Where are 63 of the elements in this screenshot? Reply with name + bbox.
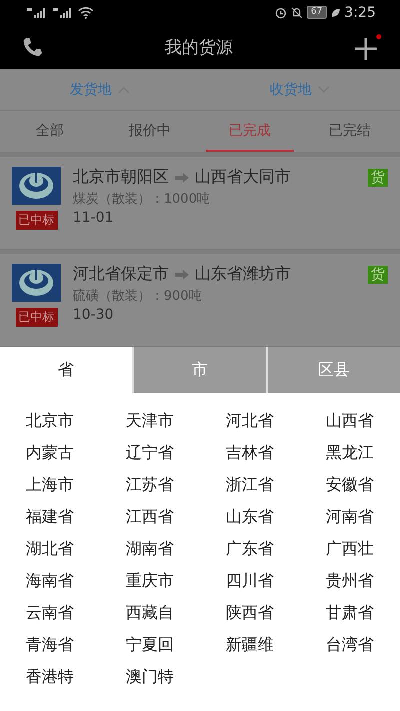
region-option[interactable]: 新疆维	[200, 631, 300, 659]
page-title: 我的货源	[164, 36, 234, 59]
region-option[interactable]: 宁夏回	[100, 631, 200, 659]
cargo-info: 煤炭（散装）：1000吨	[73, 191, 212, 208]
arrow-icon	[175, 172, 189, 183]
add-icon[interactable]	[354, 34, 382, 60]
company-logo-icon	[12, 264, 61, 302]
region-option[interactable]: 河南省	[300, 503, 400, 531]
status-tag: 已中标	[16, 211, 58, 230]
clock-time: 3:25	[344, 4, 376, 21]
region-option[interactable]: 安徽省	[300, 471, 400, 499]
signal-icon	[52, 8, 74, 18]
region-option[interactable]: 甘肃省	[300, 599, 400, 627]
region-option[interactable]: 贵州省	[300, 567, 400, 595]
cargo-info: 硫磺（散装）：900吨	[73, 288, 203, 306]
wifi-icon	[78, 6, 94, 19]
region-option[interactable]: 重庆市	[100, 567, 200, 595]
region-option[interactable]: 江苏省	[100, 471, 200, 499]
order-date: 10-30	[73, 307, 115, 324]
region-option[interactable]: 河北省	[200, 407, 300, 435]
bell-off-icon	[291, 6, 304, 19]
region-option[interactable]: 青海省	[0, 631, 100, 659]
region-option[interactable]: 广西壮	[300, 535, 400, 563]
status-tag: 已中标	[16, 308, 58, 328]
region-option[interactable]: 福建省	[0, 503, 100, 531]
region-option[interactable]: 浙江省	[200, 471, 300, 499]
region-option[interactable]: 天津市	[100, 407, 200, 435]
region-option[interactable]: 香港特	[0, 663, 100, 691]
battery-level: 67	[307, 6, 327, 20]
company-logo-icon	[12, 167, 61, 206]
region-option[interactable]: 澳门特	[100, 663, 200, 691]
region-option[interactable]: 广东省	[200, 535, 300, 563]
region-option[interactable]: 吉林省	[200, 439, 300, 467]
region-option[interactable]: 内蒙古	[0, 439, 100, 467]
region-option[interactable]: 台湾省	[300, 631, 400, 659]
arrow-icon	[175, 270, 189, 280]
origin-city: 北京市朝阳区	[73, 167, 169, 188]
destination-city: 山东省潍坊市	[195, 264, 291, 286]
alarm-icon	[275, 6, 288, 19]
cargo-tag: 货	[368, 168, 388, 187]
leaf-icon	[330, 8, 341, 18]
region-option[interactable]: 北京市	[0, 407, 100, 435]
region-option[interactable]: 西藏自	[100, 599, 200, 627]
phone-icon[interactable]	[22, 36, 44, 58]
region-option[interactable]: 黑龙江	[300, 439, 400, 467]
order-card[interactable]: 已中标 河北省保定市 山东省潍坊市 货 硫磺（散装）：900吨 10-30	[0, 254, 400, 347]
region-option[interactable]: 山东省	[200, 503, 300, 531]
order-date: 11-01	[73, 210, 115, 226]
region-option[interactable]: 陕西省	[200, 599, 300, 627]
region-option[interactable]: 海南省	[0, 567, 100, 595]
region-option[interactable]: 辽宁省	[100, 439, 200, 467]
region-option[interactable]: 云南省	[0, 599, 100, 627]
region-option[interactable]: 湖南省	[100, 535, 200, 563]
signal-icon	[26, 8, 48, 18]
region-option[interactable]: 上海市	[0, 471, 100, 499]
cargo-tag: 货	[368, 266, 388, 284]
region-option[interactable]: 湖北省	[0, 535, 100, 563]
destination-city: 山西省大同市	[195, 167, 291, 188]
region-option[interactable]: 四川省	[200, 567, 300, 595]
region-option[interactable]: 江西省	[100, 503, 200, 531]
origin-city: 河北省保定市	[73, 264, 169, 286]
order-card[interactable]: 已中标 北京市朝阳区 山西省大同市 货 煤炭（散装）：1000吨 11-01	[0, 157, 400, 250]
region-option[interactable]: 山西省	[300, 407, 400, 435]
